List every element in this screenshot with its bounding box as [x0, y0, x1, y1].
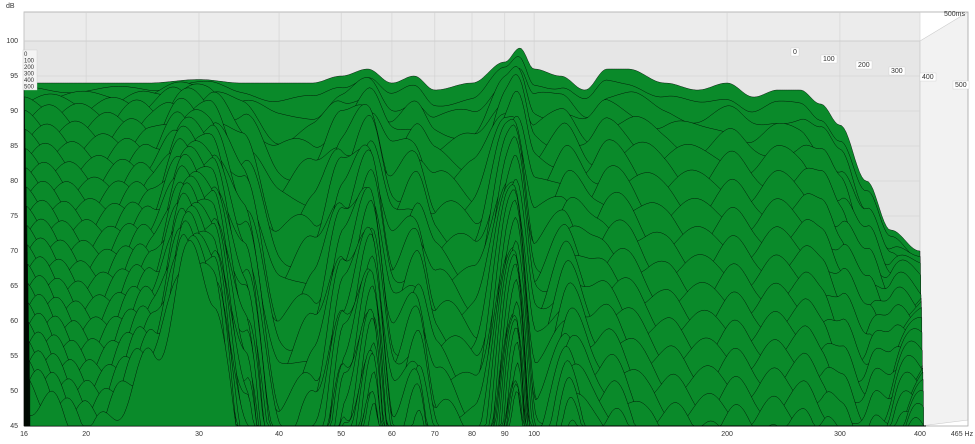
x-tick-label: 16: [20, 431, 28, 438]
time-tick-label: 0: [793, 49, 797, 56]
x-tick-label: 70: [431, 431, 439, 438]
y-tick-label: 50: [10, 388, 18, 395]
time-tick-label: 200: [858, 62, 870, 69]
legend-time-label: 300: [24, 72, 35, 78]
time-axis-label: 500ms: [944, 11, 966, 18]
x-tick-label: 100: [528, 431, 540, 438]
legend-time-label: 100: [24, 59, 35, 65]
y-tick-label: 90: [10, 108, 18, 115]
x-tick-label: 40: [275, 431, 283, 438]
y-tick-label: 65: [10, 283, 18, 290]
waterfall-chart: dB 45 50 55 60 65 70 75 80 85 90 95 100 16 20 30 40 50 60 7…: [6, 3, 974, 438]
y-tick-label: 85: [10, 143, 18, 150]
time-tick-label: 100: [823, 56, 835, 63]
waterfall-slices: [23, 47, 926, 427]
time-tick-label: 500: [955, 82, 967, 89]
x-tick-label: 60: [388, 431, 396, 438]
y-tick-label: 60: [10, 318, 18, 325]
y-tick-label: 100: [6, 38, 18, 45]
y-tick-label: 75: [10, 213, 18, 220]
legend-time-label: 400: [24, 78, 35, 84]
x-tick-label: 90: [501, 431, 509, 438]
x-tick-label: 30: [195, 431, 203, 438]
y-axis-label: dB: [6, 3, 15, 10]
y-tick-label: 80: [10, 178, 18, 185]
time-tick-label: 300: [891, 68, 903, 75]
x-tick-label: 80: [468, 431, 476, 438]
x-tick-label: 465 Hz: [951, 431, 974, 438]
x-tick-label: 20: [82, 431, 90, 438]
y-tick-label: 95: [10, 73, 18, 80]
legend-time-label: 500: [24, 85, 35, 91]
legend-time-label: 200: [24, 65, 35, 71]
y-tick-label: 70: [10, 248, 18, 255]
x-tick-label: 300: [834, 431, 846, 438]
x-tick-label: 200: [721, 431, 733, 438]
y-tick-label: 45: [10, 423, 18, 430]
x-tick-label: 50: [337, 431, 345, 438]
x-tick-label: 400: [914, 431, 926, 438]
y-tick-label: 55: [10, 353, 18, 360]
time-tick-label: 400: [922, 74, 934, 81]
